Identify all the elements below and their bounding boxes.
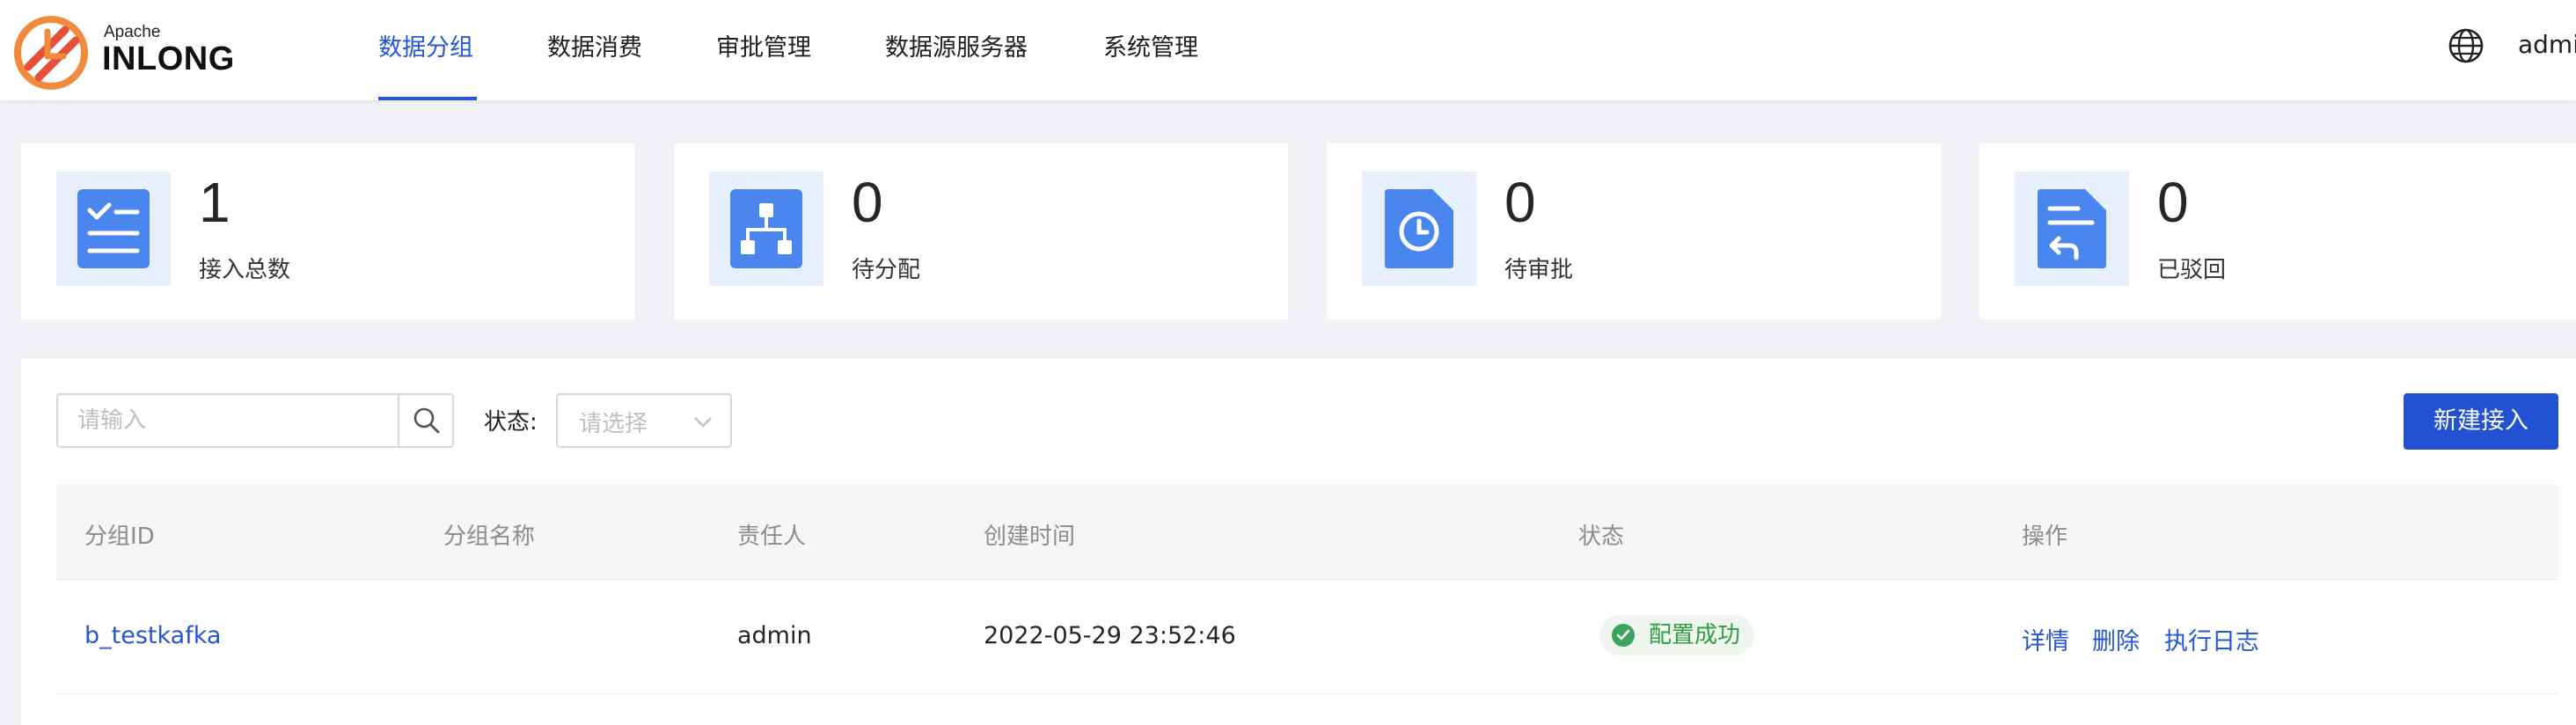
group-list-panel: 状态: 请选择 新建接入 分组ID 分组名称 责任人 创建时间 状态 操作 b_…	[21, 358, 2576, 725]
stat-icon-container	[709, 172, 823, 286]
column-header-group-id[interactable]: 分组ID	[84, 518, 155, 551]
top-header: Apache INLONG 数据分组 数据消费 审批管理 数据源服务器 系统管理…	[0, 0, 2576, 100]
stat-label: 已驳回	[2157, 257, 2227, 283]
stat-label: 接入总数	[199, 257, 291, 283]
group-id-link[interactable]: b_testkafka	[84, 622, 221, 649]
search-icon	[413, 407, 440, 434]
stat-card-total: 1 接入总数	[21, 143, 635, 319]
stat-card-rejected: 0 已驳回	[1980, 143, 2576, 319]
inlong-logo-icon	[14, 16, 88, 90]
column-header-actions: 操作	[2022, 524, 2068, 550]
detail-link[interactable]: 详情	[2022, 622, 2069, 656]
owner-cell: admin	[737, 622, 812, 649]
stat-value: 0	[1504, 171, 1536, 234]
nav-active-indicator	[378, 97, 477, 100]
stat-icon-container	[1362, 172, 1476, 286]
stat-value: 0	[852, 171, 883, 234]
logo-apache-text: Apache	[104, 23, 161, 41]
column-header-owner[interactable]: 责任人	[737, 518, 806, 551]
execution-log-link[interactable]: 执行日志	[2164, 622, 2259, 656]
status-select-placeholder: 请选择	[579, 411, 648, 437]
nav-data-group[interactable]: 数据分组	[378, 28, 473, 62]
stat-icon-container	[56, 172, 171, 286]
status-badge-text: 配置成功	[1649, 622, 1741, 648]
nav-datasource-server[interactable]: 数据源服务器	[885, 28, 1028, 62]
globe-icon[interactable]	[2448, 27, 2485, 64]
chevron-down-icon	[694, 417, 712, 428]
status-filter-label: 状态:	[484, 409, 538, 436]
stat-icon-container	[2015, 172, 2129, 286]
nav-data-consume[interactable]: 数据消费	[547, 28, 642, 62]
delete-link[interactable]: 删除	[2092, 622, 2140, 656]
stat-label: 待审批	[1504, 257, 1574, 283]
logo-name-text: INLONG	[102, 40, 235, 77]
table-row: b_testkafka admin 2022-05-29 23:52:46 配置…	[56, 580, 2558, 694]
checklist-icon	[77, 189, 150, 268]
search-button[interactable]	[398, 395, 452, 446]
return-document-icon	[2038, 189, 2106, 268]
app-logo[interactable]: Apache INLONG	[12, 11, 241, 90]
new-access-button[interactable]: 新建接入	[2404, 393, 2558, 450]
created-time-cell: 2022-05-29 23:52:46	[984, 622, 1236, 649]
search-box	[56, 393, 454, 448]
column-header-status[interactable]: 状态	[1578, 518, 1624, 551]
stat-card-pending-approval: 0 待审批	[1327, 143, 1941, 319]
status-select[interactable]: 请选择	[556, 393, 732, 448]
stat-value: 0	[2157, 171, 2189, 234]
stat-card-pending-assign: 0 待分配	[674, 143, 1288, 319]
user-menu[interactable]: admi	[2518, 30, 2576, 59]
clock-document-icon	[1385, 189, 1453, 268]
table-header: 分组ID 分组名称 责任人 创建时间 状态 操作	[56, 485, 2558, 580]
search-input[interactable]	[58, 395, 398, 446]
nav-system[interactable]: 系统管理	[1103, 28, 1198, 62]
check-circle-icon	[1612, 624, 1635, 647]
hierarchy-icon	[730, 189, 802, 268]
stat-label: 待分配	[852, 257, 921, 283]
column-header-group-name[interactable]: 分组名称	[443, 518, 535, 551]
status-badge: 配置成功	[1599, 615, 1755, 655]
nav-approval[interactable]: 审批管理	[716, 28, 811, 62]
stat-value: 1	[199, 171, 231, 234]
column-header-created[interactable]: 创建时间	[984, 518, 1075, 551]
